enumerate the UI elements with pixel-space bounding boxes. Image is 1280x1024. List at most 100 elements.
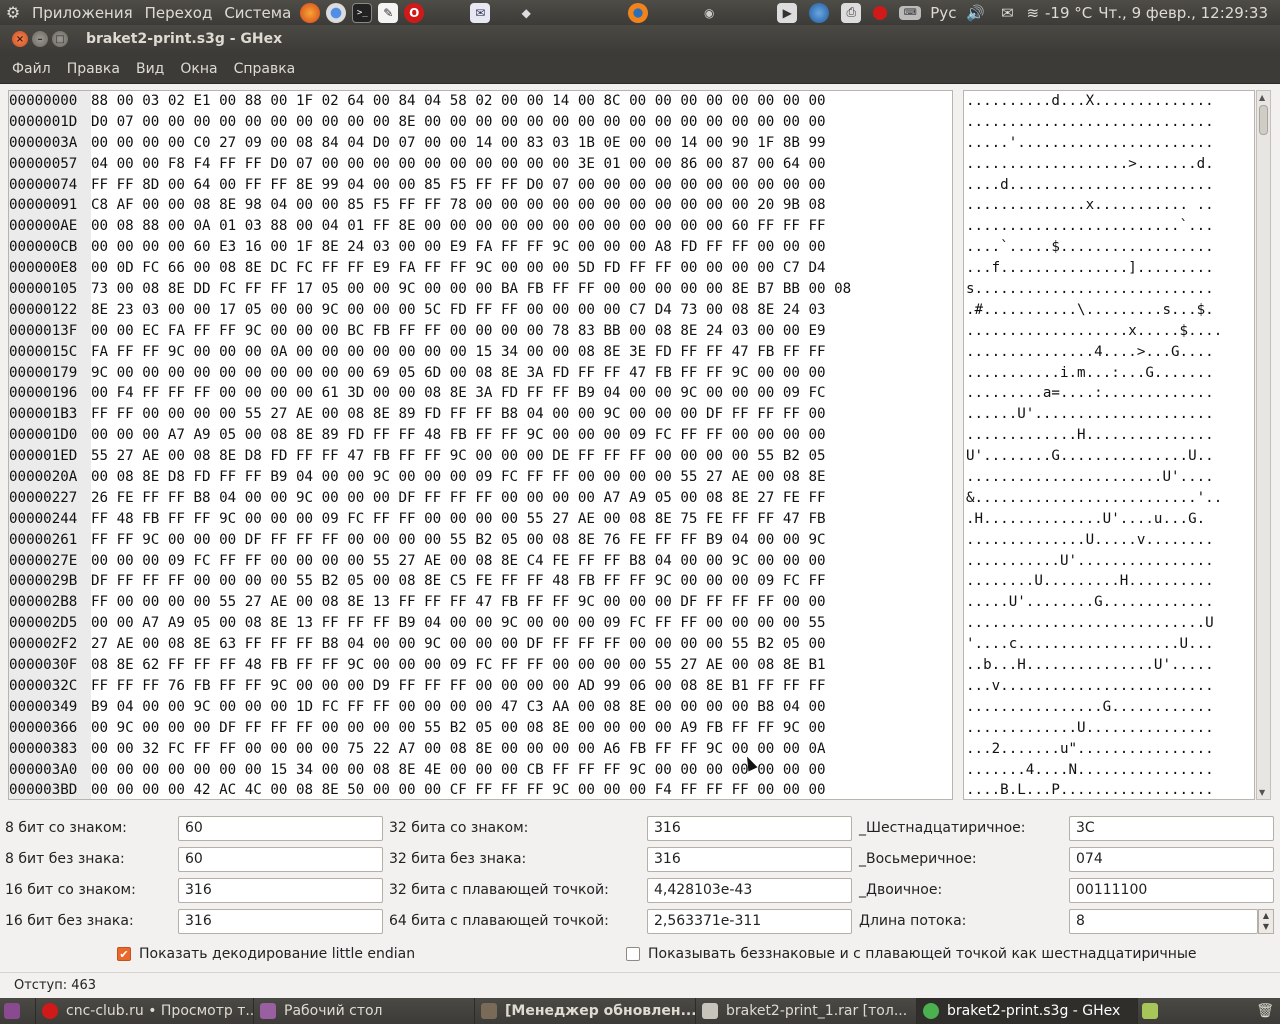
hex-row[interactable]: 00000179 9C 00 00 00 00 00 00 00 00 00 00… xyxy=(9,363,851,384)
row-hex-bytes[interactable]: FF FF 8D 00 64 00 FF FF 8E 99 04 00 00 8… xyxy=(91,175,826,196)
ascii-row[interactable]: ................G............ xyxy=(964,697,1254,718)
row-hex-bytes[interactable]: 26 FE FF FF B8 04 00 00 9C 00 00 00 DF F… xyxy=(91,488,826,509)
row-hex-bytes[interactable]: 00 F4 FF FF FF 00 00 00 00 61 3D 00 00 0… xyxy=(91,383,826,404)
keyboard-icon[interactable]: ⌨ xyxy=(899,5,922,20)
window-title-bar[interactable]: × – □ braket2-print.s3g - GHex xyxy=(0,25,1280,53)
ascii-row[interactable]: ...f...............]......... xyxy=(964,258,1254,279)
ascii-row[interactable]: .........a=....:............. xyxy=(964,383,1254,404)
taskbar-item-opera[interactable]: cnc-club.ru • Просмотр т... xyxy=(36,998,254,1024)
hex-row[interactable]: 000003A0 00 00 00 00 00 00 00 15 34 00 00… xyxy=(9,760,851,781)
hex-row[interactable]: 00000244 FF 48 FB FF FF 9C 00 00 00 09 FC… xyxy=(9,509,851,530)
hex-row[interactable]: 000002F2 27 AE 00 08 8E 63 FF FF FF B8 04… xyxy=(9,634,851,655)
ascii-row[interactable]: ...........U'................ xyxy=(964,551,1254,572)
hex-row[interactable]: 000003BD 00 00 00 00 42 AC 4C 00 08 8E 50… xyxy=(9,780,851,799)
ascii-row[interactable]: ........U.........H.......... xyxy=(964,571,1254,592)
ascii-row[interactable]: ..........d...X.............. xyxy=(964,91,1254,112)
stream-length-field[interactable]: 8 xyxy=(1069,909,1258,934)
hex-row[interactable]: 0000013F 00 00 EC FA FF FF 9C 00 00 00 BC… xyxy=(9,321,851,342)
row-hex-bytes[interactable]: DF FF FF FF 00 00 00 00 55 B2 05 00 08 8… xyxy=(91,571,826,592)
float-64bit-field[interactable]: 2,563371e-311 xyxy=(647,909,852,934)
ascii-row[interactable]: .............H............... xyxy=(964,425,1254,446)
unsigned-hex-checkbox[interactable] xyxy=(626,947,640,961)
hex-row[interactable]: 000000CB 00 00 00 00 60 E3 16 00 1F 8E 24… xyxy=(9,237,851,258)
weather-temperature[interactable]: -19 °C xyxy=(1045,4,1092,22)
pidgin-icon[interactable]: ◉ xyxy=(699,3,719,23)
taskbar-item-update-manager[interactable]: [Менеджер обновлен... xyxy=(475,998,696,1024)
signed-16bit-field[interactable]: 316 xyxy=(178,878,383,903)
row-hex-bytes[interactable]: D0 07 00 00 00 00 00 00 00 00 00 00 8E 0… xyxy=(91,112,826,133)
little-endian-checkbox[interactable]: ✔ xyxy=(117,947,131,961)
inkscape-icon[interactable]: ◆ xyxy=(516,3,536,23)
taskbar-item-desktop[interactable]: Рабочий стол xyxy=(254,998,475,1024)
maximize-window-button[interactable]: □ xyxy=(52,31,68,47)
row-hex-bytes[interactable]: 55 27 AE 00 08 8E D8 FD FF FF 47 FB FF F… xyxy=(91,446,826,467)
ascii-row[interactable]: ..............U.....v........ xyxy=(964,530,1254,551)
ascii-row[interactable]: ...........i.m...:...G....... xyxy=(964,363,1254,384)
scroll-down-arrow-icon[interactable]: ▼ xyxy=(1259,788,1265,797)
hex-row[interactable]: 00000105 73 00 08 8E DD FC FF FF 17 05 00… xyxy=(9,279,851,300)
hex-row[interactable]: 000001B3 FF FF 00 00 00 00 55 27 AE 00 08… xyxy=(9,404,851,425)
octal-field[interactable]: 074 xyxy=(1069,847,1274,872)
row-hex-bytes[interactable]: 9C 00 00 00 00 00 00 00 00 00 00 69 05 6… xyxy=(91,363,826,384)
row-hex-bytes[interactable]: 00 9C 00 00 00 DF FF FF FF 00 00 00 00 5… xyxy=(91,718,826,739)
panel-menu-applications[interactable]: Приложения xyxy=(26,4,139,22)
ascii-row[interactable]: ..b...H...............U'..... xyxy=(964,655,1254,676)
unsigned-32bit-field[interactable]: 316 xyxy=(647,847,852,872)
unsigned-16bit-field[interactable]: 316 xyxy=(178,909,383,934)
hex-row[interactable]: 00000074 FF FF 8D 00 64 00 FF FF 8E 99 04… xyxy=(9,175,851,196)
hex-row[interactable]: 00000349 B9 04 00 00 9C 00 00 00 1D FC FF… xyxy=(9,697,851,718)
row-hex-bytes[interactable]: 00 00 00 09 FC FF FF 00 00 00 00 55 27 A… xyxy=(91,551,826,572)
printer-icon[interactable]: ⎙ xyxy=(841,2,862,23)
ascii-row[interactable]: ...............4....>...G.... xyxy=(964,342,1254,363)
hex-row[interactable]: 0000020A 00 08 8E D8 FD FF FF B9 04 00 00… xyxy=(9,467,851,488)
row-hex-bytes[interactable]: 8E 23 03 00 00 17 05 00 00 9C 00 00 00 5… xyxy=(91,300,826,321)
hex-row[interactable]: 0000027E 00 00 00 09 FC FF FF 00 00 00 00… xyxy=(9,551,851,572)
scroll-up-arrow-icon[interactable]: ▲ xyxy=(1259,93,1265,102)
hexadecimal-field[interactable]: 3C xyxy=(1069,816,1274,841)
hex-row[interactable]: 00000366 00 9C 00 00 00 DF FF FF FF 00 00… xyxy=(9,718,851,739)
hex-row[interactable]: 00000122 8E 23 03 00 00 17 05 00 00 9C 00… xyxy=(9,300,851,321)
row-hex-bytes[interactable]: 00 08 88 00 0A 01 03 88 00 04 01 FF 8E 0… xyxy=(91,216,826,237)
ascii-row[interactable]: .............U............... xyxy=(964,718,1254,739)
ascii-row[interactable]: ...................>.......d. xyxy=(964,154,1254,175)
hex-row[interactable]: 000001ED 55 27 AE 00 08 8E D8 FD FF FF 47… xyxy=(9,446,851,467)
row-hex-bytes[interactable]: FF 48 FB FF FF 9C 00 00 00 09 FC FF FF 0… xyxy=(91,509,826,530)
hex-row[interactable]: 000000AE 00 08 88 00 0A 01 03 88 00 04 01… xyxy=(9,216,851,237)
trash-icon[interactable]: 🗑 xyxy=(1256,1003,1280,1019)
menu-help[interactable]: Справка xyxy=(226,61,304,77)
ascii-row[interactable]: ....d........................ xyxy=(964,175,1254,196)
terminal-icon[interactable]: >_ xyxy=(352,2,373,23)
binary-field[interactable]: 00111100 xyxy=(1069,878,1274,903)
weather-icon[interactable]: ≋ xyxy=(1026,4,1039,22)
hex-row[interactable]: 000000E8 00 0D FC 66 00 08 8E DC FC FF FF… xyxy=(9,258,851,279)
hex-row[interactable]: 00000196 00 F4 FF FF FF 00 00 00 00 61 3D… xyxy=(9,383,851,404)
menu-view[interactable]: Вид xyxy=(128,61,172,77)
hex-row[interactable]: 0000030F 08 8E 62 FF FF FF 48 FB FF FF 9C… xyxy=(9,655,851,676)
firefox-icon[interactable] xyxy=(300,2,321,23)
unsigned-hex-checkbox-row[interactable]: Показывать беззнаковые и с плавающей точ… xyxy=(626,946,1197,962)
unsigned-8bit-field[interactable]: 60 xyxy=(178,847,383,872)
ascii-view[interactable]: ..........d...X.........................… xyxy=(963,90,1255,800)
hex-row[interactable]: 0000032C FF FF FF 76 FB FF FF 9C 00 00 00… xyxy=(9,676,851,697)
row-hex-bytes[interactable]: FA FF FF 9C 00 00 00 0A 00 00 00 00 00 0… xyxy=(91,342,826,363)
hex-row[interactable]: 00000091 C8 AF 00 00 08 8E 98 04 00 00 85… xyxy=(9,195,851,216)
ascii-row[interactable]: .....'....................... xyxy=(964,133,1254,154)
network-globe-icon[interactable] xyxy=(809,2,830,23)
ascii-row[interactable]: .#...........\.........s...$. xyxy=(964,300,1254,321)
notes-icon[interactable]: ✉ xyxy=(470,2,491,23)
ascii-row[interactable]: ..............x........... .. xyxy=(964,195,1254,216)
row-hex-bytes[interactable]: 27 AE 00 08 8E 63 FF FF FF B8 04 00 00 9… xyxy=(91,634,826,655)
signed-32bit-field[interactable]: 316 xyxy=(647,816,852,841)
blender-icon[interactable] xyxy=(628,2,649,23)
row-hex-bytes[interactable]: 00 00 00 00 42 AC 4C 00 08 8E 50 00 00 0… xyxy=(91,780,826,799)
ascii-row[interactable]: .......4....N................ xyxy=(964,760,1254,781)
row-hex-bytes[interactable]: 00 0D FC 66 00 08 8E DC FC FF FF E9 FA F… xyxy=(91,258,826,279)
taskbar-item-ghex[interactable]: braket2-print.s3g - GHex xyxy=(917,998,1138,1024)
hex-row[interactable]: 00000261 FF FF 9C 00 00 00 DF FF FF FF 00… xyxy=(9,530,851,551)
ascii-row[interactable]: s............................ xyxy=(964,279,1254,300)
row-hex-bytes[interactable]: FF FF FF 76 FB FF FF 9C 00 00 00 D9 FF F… xyxy=(91,676,826,697)
hex-row[interactable]: 0000001D D0 07 00 00 00 00 00 00 00 00 00… xyxy=(9,112,851,133)
row-hex-bytes[interactable]: 00 00 EC FA FF FF 9C 00 00 00 BC FB FF F… xyxy=(91,321,826,342)
ascii-row[interactable]: &..........................'.. xyxy=(964,488,1254,509)
workspace-switcher[interactable] xyxy=(1138,998,1168,1024)
